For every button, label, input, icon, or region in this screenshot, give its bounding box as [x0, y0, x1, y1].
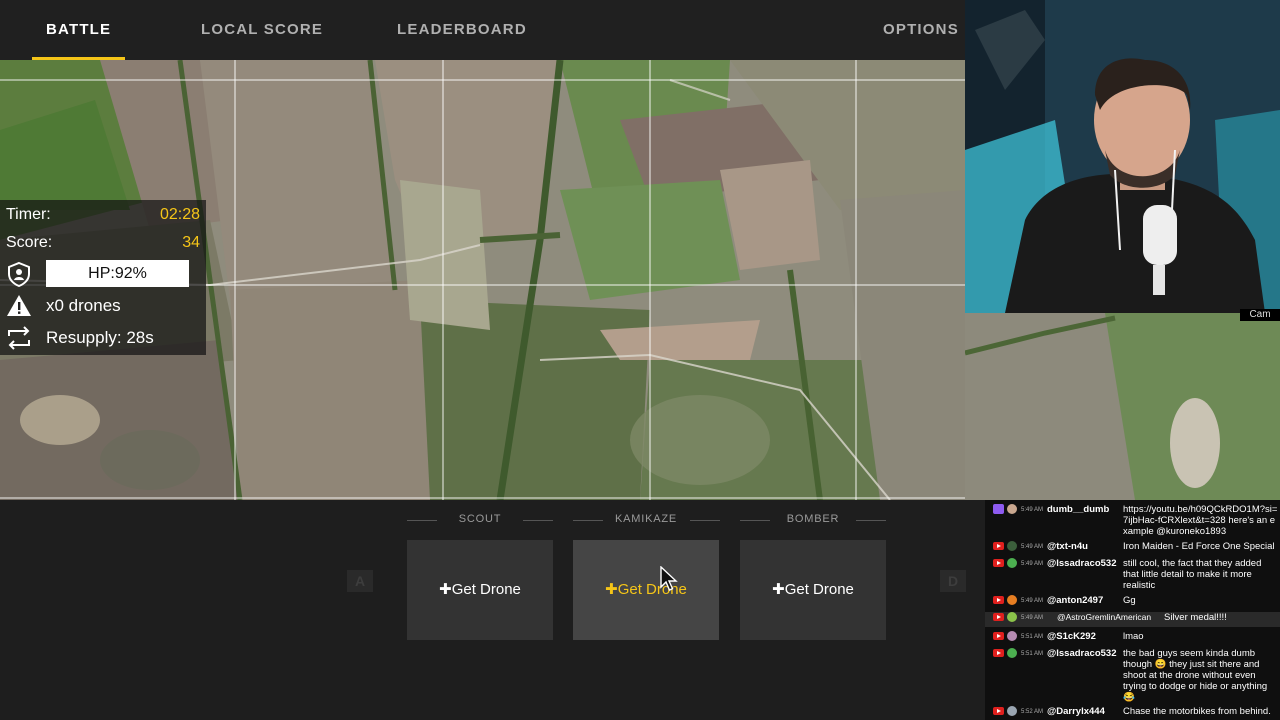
avatar [1007, 504, 1017, 514]
twitch-icon [993, 504, 1004, 514]
timer-label: Timer: [6, 206, 51, 223]
get-scout-drone-button[interactable]: ✚Get Drone [407, 540, 553, 640]
warning-icon [6, 293, 32, 319]
chat-message: 5:52 AM @Darrylx444 Chase the motorbikes… [985, 706, 1280, 718]
plus-icon: ✚ [772, 581, 785, 598]
avatar [1007, 558, 1017, 568]
avatar [1007, 706, 1017, 716]
slot-label-kamikaze: KAMIKAZE [614, 513, 678, 525]
tab-leaderboard[interactable]: LEADERBOARD [397, 0, 527, 60]
avatar [1007, 612, 1017, 622]
resupply-icon [6, 325, 32, 351]
youtube-icon [993, 649, 1004, 657]
key-hint-left: A [347, 570, 373, 592]
score-value: 34 [182, 234, 200, 251]
tab-battle[interactable]: BATTLE [31, 0, 126, 60]
get-kamikaze-drone-button[interactable]: ✚Get Drone [573, 540, 719, 640]
cam-label: Cam [1240, 309, 1280, 321]
chat-message: 5:49 AM @lssadraco532 still cool, the fa… [985, 558, 1280, 592]
chat-message: 5:49 AM @anton2497 Gg [985, 595, 1280, 607]
chat-time: 5:51 AM [1021, 651, 1044, 657]
chat-username: @Darrylx444 [1047, 706, 1105, 717]
tab-local-score[interactable]: LOCAL SCORE [201, 0, 323, 60]
chat-time: 5:49 AM [1021, 561, 1044, 567]
chat-username: @lssadraco532 [1047, 558, 1117, 569]
chat-text: Gg [1123, 595, 1136, 606]
chat-time: 5:49 AM [1021, 507, 1044, 513]
key-hint-right: D [940, 570, 966, 592]
avatar [1007, 648, 1017, 658]
youtube-icon [993, 559, 1004, 567]
chat-time: 5:49 AM [1021, 544, 1044, 550]
slot-label-bomber: BOMBER [786, 513, 840, 525]
avatar [1007, 631, 1017, 641]
chat-time: 5:49 AM [1021, 615, 1044, 621]
chat-text: the bad guys seem kinda dumb though 😄 th… [1123, 648, 1268, 703]
button-label: Get Drone [451, 581, 521, 598]
score-label: Score: [6, 234, 53, 251]
youtube-icon [993, 542, 1004, 550]
slot-label-scout: SCOUT [458, 513, 502, 525]
chat-text: Iron Maiden - Ed Force One Special [1123, 541, 1275, 552]
chat-username: @S1cK292 [1047, 631, 1096, 642]
chat-message: 5:51 AM @lssadraco532 the bad guys seem … [985, 648, 1280, 704]
plus-icon: ✚ [439, 581, 452, 598]
youtube-icon [993, 613, 1004, 621]
drones-count: x0 drones [46, 296, 121, 315]
webcam-feed [965, 0, 1280, 313]
chat-text: https://youtu.be/h09QCkRDO1M?si=7ijbHac-… [1123, 504, 1278, 537]
resupply-timer: Resupply: 28s [46, 328, 154, 347]
chat-username: @txt-n4u [1047, 541, 1088, 552]
hp-bar: HP:92% [46, 260, 189, 287]
chat-message-highlighted: 5:49 AM @AstroGremlinAmerican Silver med… [985, 612, 1280, 627]
chat-username: dumb__dumb [1047, 504, 1110, 515]
avatar [1007, 541, 1017, 551]
stream-chat: 5:49 AM dumb__dumb https://youtu.be/h09Q… [985, 500, 1280, 720]
chat-text: still cool, the fact that they added tha… [1123, 558, 1262, 591]
streamer-image [965, 0, 1280, 313]
mouse-cursor-icon [660, 566, 678, 591]
youtube-icon [993, 707, 1004, 715]
chat-username: @lssadraco532 [1047, 648, 1117, 659]
button-label: Get Drone [784, 581, 854, 598]
chat-message: 5:49 AM @txt-n4u Iron Maiden - Ed Force … [985, 541, 1280, 553]
chat-text: Silver medal!!!! [1164, 612, 1227, 623]
chat-time: 5:51 AM [1021, 634, 1044, 640]
satellite-map-edge [965, 313, 1280, 500]
chat-text: lmao [1123, 631, 1144, 642]
hud-panel: Timer: 02:28 Score: 34 HP:92% x0 drones … [0, 200, 206, 355]
chat-username: @anton2497 [1047, 595, 1104, 606]
avatar [1007, 595, 1017, 605]
map-terrain-edge [965, 313, 1280, 500]
top-nav: BATTLE LOCAL SCORE LEADERBOARD OPTIONS [0, 0, 965, 60]
chat-text: Chase the motorbikes from behind. [1123, 706, 1271, 717]
chat-time: 5:52 AM [1021, 709, 1044, 715]
plus-icon: ✚ [605, 581, 618, 598]
youtube-icon [993, 632, 1004, 640]
youtube-icon [993, 596, 1004, 604]
chat-username: @AstroGremlinAmerican [1057, 612, 1152, 622]
shield-icon [6, 261, 32, 288]
chat-message: 5:49 AM dumb__dumb https://youtu.be/h09Q… [985, 504, 1280, 538]
chat-message: 5:51 AM @S1cK292 lmao [985, 631, 1280, 643]
tab-options[interactable]: OPTIONS [883, 0, 959, 60]
chat-time: 5:49 AM [1021, 598, 1044, 604]
get-bomber-drone-button[interactable]: ✚Get Drone [740, 540, 886, 640]
timer-value: 02:28 [159, 206, 200, 223]
